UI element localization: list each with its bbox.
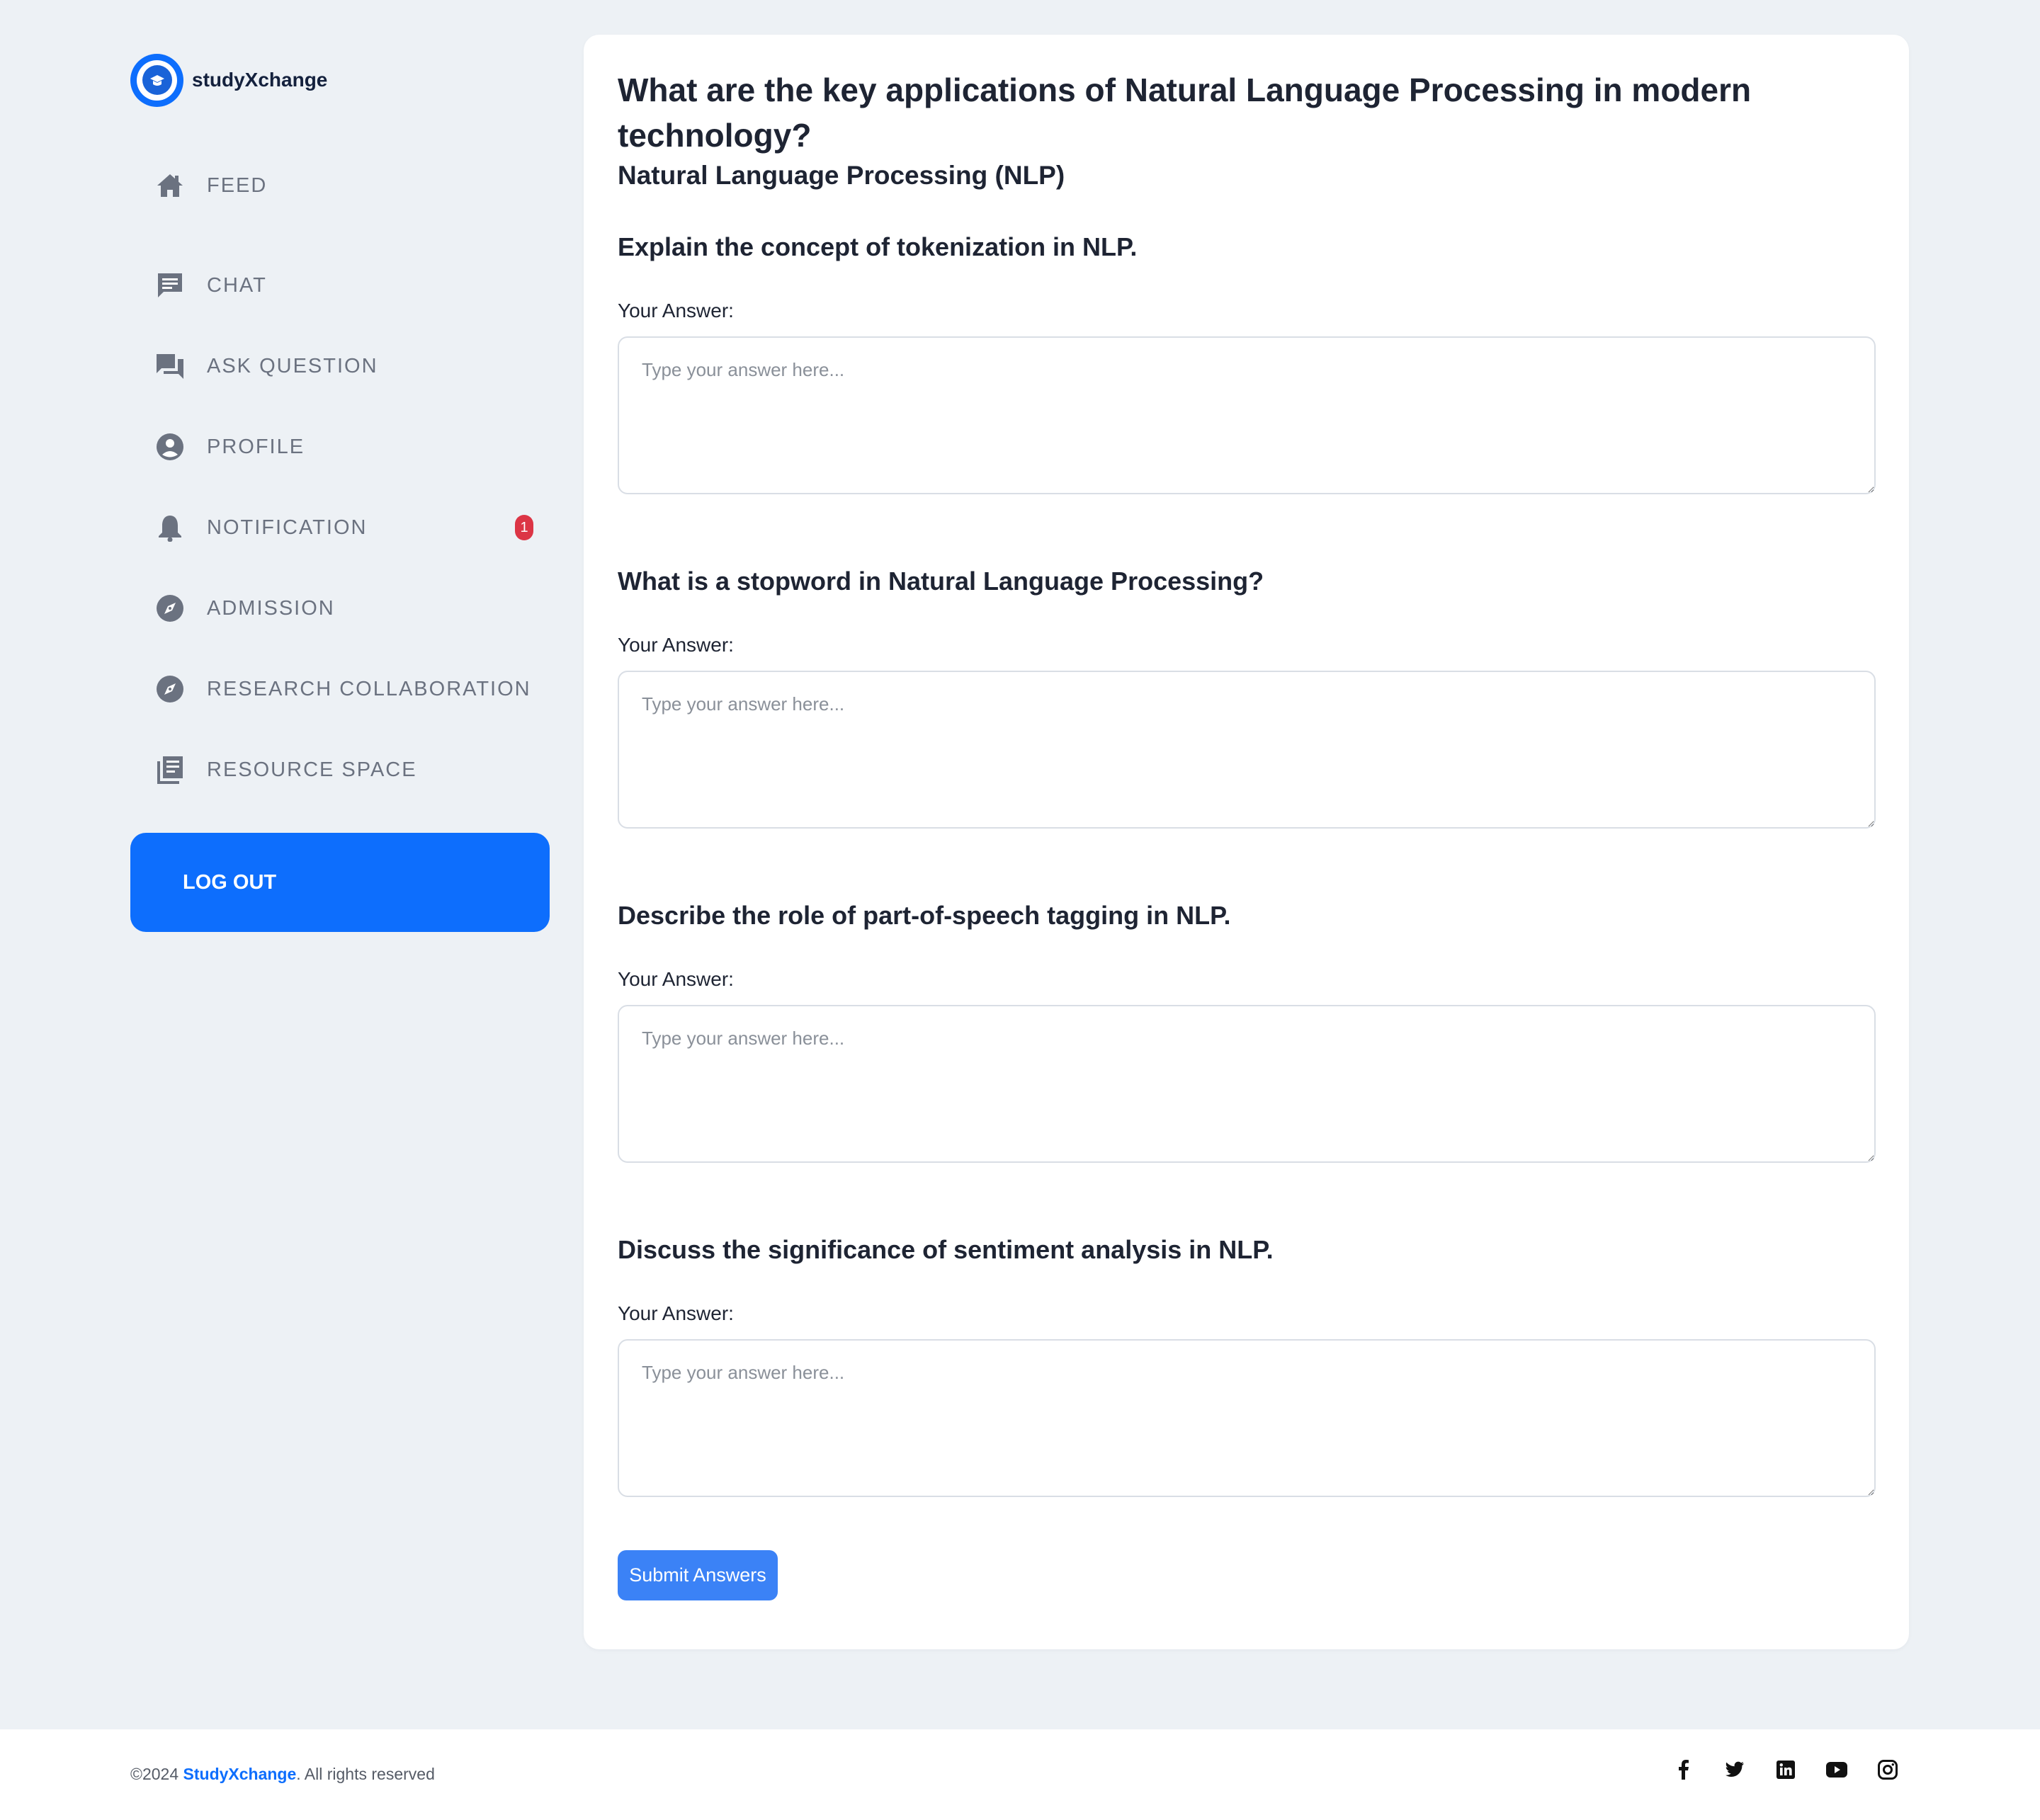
youtube-icon[interactable] — [1826, 1759, 1847, 1780]
sidebar-item-research-collaboration[interactable]: RESEARCH COLLABORATION — [130, 649, 550, 729]
user-circle-icon — [154, 431, 186, 462]
answer-label: Your Answer: — [618, 634, 734, 656]
answer-label: Your Answer: — [618, 300, 734, 322]
compass-icon — [154, 593, 186, 624]
answer-input[interactable] — [618, 336, 1876, 494]
sidebar-item-chat[interactable]: CHAT — [130, 245, 550, 326]
footer-brand-link[interactable]: StudyXchange — [183, 1765, 297, 1783]
copyright-suffix: . All rights reserved — [296, 1765, 435, 1783]
social-links — [1673, 1759, 1898, 1780]
linkedin-icon[interactable] — [1775, 1759, 1796, 1780]
forum-icon — [154, 351, 186, 382]
page-title: What are the key applications of Natural… — [618, 72, 1752, 154]
sidebar-item-feed[interactable]: FEED — [130, 164, 550, 207]
question-block: Discuss the significance of sentiment an… — [618, 1234, 1876, 1501]
home-icon — [154, 170, 186, 201]
sidebar: studyXchange FEED CHAT ASK QUESTION PROF… — [130, 52, 550, 932]
sidebar-item-label: NOTIFICATION — [207, 516, 368, 539]
chat-icon — [154, 270, 186, 301]
logout-button[interactable]: LOG OUT — [130, 833, 550, 932]
answer-label: Your Answer: — [618, 1302, 734, 1324]
brand[interactable]: studyXchange — [130, 52, 550, 108]
footer: ©2024 StudyXchange. All rights reserved — [0, 1729, 2040, 1820]
sidebar-item-label: CHAT — [207, 273, 267, 297]
sidebar-item-label: ADMISSION — [207, 596, 335, 620]
sidebar-item-label: PROFILE — [207, 435, 305, 458]
question-block: What is a stopword in Natural Language P… — [618, 566, 1876, 832]
sidebar-item-profile[interactable]: PROFILE — [130, 406, 550, 487]
copyright: ©2024 StudyXchange. All rights reserved — [130, 1765, 435, 1784]
answer-input[interactable] — [618, 671, 1876, 829]
facebook-icon[interactable] — [1673, 1759, 1694, 1780]
bell-icon — [154, 512, 186, 543]
sidebar-item-label: FEED — [207, 174, 268, 197]
instagram-icon[interactable] — [1877, 1759, 1898, 1780]
sidebar-item-label: ASK QUESTION — [207, 354, 378, 377]
sidebar-item-label: RESEARCH COLLABORATION — [207, 677, 531, 700]
answer-input[interactable] — [618, 1339, 1876, 1497]
brand-logo-icon — [130, 53, 183, 107]
sidebar-item-ask-question[interactable]: ASK QUESTION — [130, 326, 550, 406]
sidebar-nav: FEED CHAT ASK QUESTION PROFILE NOTIFICAT… — [130, 164, 550, 810]
library-icon — [154, 754, 186, 785]
notification-badge: 1 — [515, 515, 533, 540]
answer-input[interactable] — [618, 1005, 1876, 1163]
question-card: What are the key applications of Natural… — [584, 35, 1909, 1649]
submit-answers-button[interactable]: Submit Answers — [618, 1550, 778, 1600]
sidebar-item-label: RESOURCE SPACE — [207, 758, 417, 781]
topic-heading: Natural Language Processing (NLP) — [618, 161, 1065, 190]
question-text: Describe the role of part-of-speech tagg… — [618, 901, 1231, 930]
compass-icon — [154, 673, 186, 705]
question-text: Discuss the significance of sentiment an… — [618, 1235, 1274, 1264]
sidebar-item-notification[interactable]: NOTIFICATION 1 — [130, 487, 550, 568]
sidebar-item-resource-space[interactable]: RESOURCE SPACE — [130, 729, 550, 810]
question-block: Describe the role of part-of-speech tagg… — [618, 900, 1876, 1166]
twitter-icon[interactable] — [1724, 1759, 1745, 1780]
question-text: Explain the concept of tokenization in N… — [618, 232, 1138, 261]
brand-name: studyXchange — [192, 69, 328, 91]
answer-label: Your Answer: — [618, 968, 734, 990]
question-block: Explain the concept of tokenization in N… — [618, 232, 1876, 498]
question-text: What is a stopword in Natural Language P… — [618, 567, 1264, 596]
copyright-prefix: ©2024 — [130, 1765, 183, 1783]
sidebar-item-admission[interactable]: ADMISSION — [130, 568, 550, 649]
